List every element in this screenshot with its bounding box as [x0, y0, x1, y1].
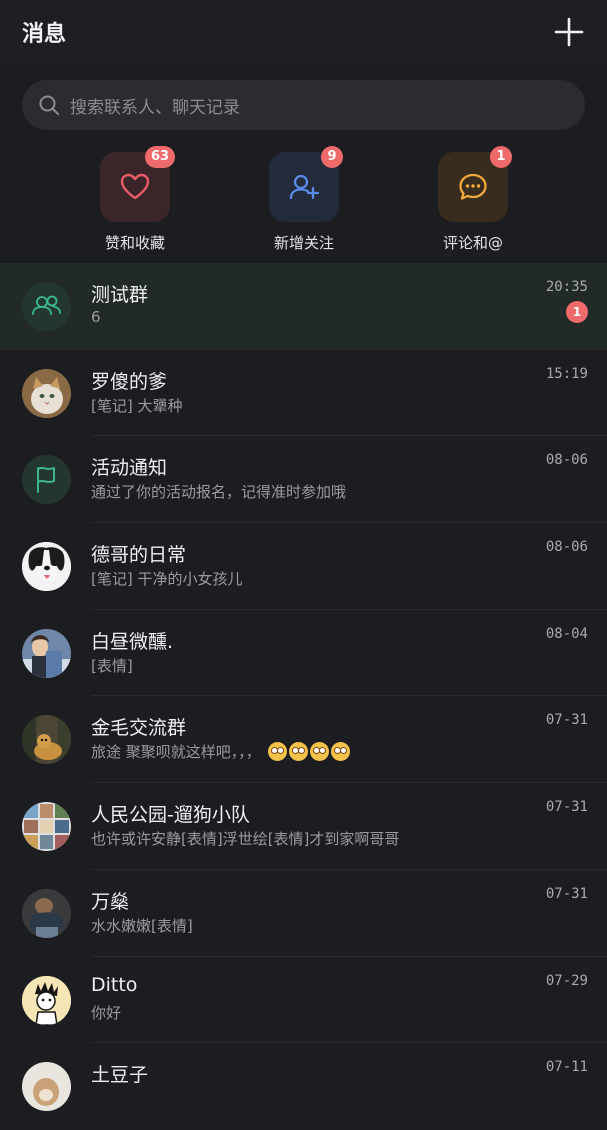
followers-badge: 9: [321, 146, 343, 168]
conversation-name: 人民公园-遛狗小队: [91, 804, 250, 827]
conversation-row[interactable]: 人民公园-遛狗小队 也许或许安静[表情]浮世绘[表情]才到家啊哥哥 07-31: [0, 783, 607, 870]
conversation-time: 20:35: [545, 279, 588, 295]
cat-photo: [22, 368, 71, 418]
conversation-time: 07-31: [545, 712, 588, 729]
dizzy-face-emoji-icon: [330, 742, 350, 762]
conversation-preview: [笔记] 大犟种: [91, 396, 183, 415]
conversation-row[interactable]: 罗傻的爹 [笔记] 大犟种 15:19: [0, 350, 607, 437]
conversation-preview: 旅途 聚聚呗就这样吧，，，: [91, 741, 350, 762]
cartoon-avatar: [22, 975, 71, 1025]
conversation-row[interactable]: 活动通知 通过了你的活动报名，记得准时参加哦 08-06: [0, 436, 607, 524]
person-photo-2: [22, 888, 71, 938]
conversation-row[interactable]: 德哥的日常 [笔记] 干净的小女孩儿 08-06: [0, 523, 607, 610]
conversation-time: 07-29: [545, 972, 588, 989]
dizzy-face-emoji-icon: [309, 742, 329, 762]
quick-comments-mentions[interactable]: 1 评论和@: [413, 146, 533, 254]
page-title: 消息: [22, 22, 67, 47]
conversation-preview: 通过了你的活动报名，记得准时参加哦: [91, 483, 347, 502]
likes-label: 赞和收藏: [104, 234, 165, 252]
conversation-preview: 6: [91, 308, 101, 326]
conversation-name: 德哥的日常: [91, 544, 187, 567]
search-placeholder: 搜索联系人、聊天记录: [70, 98, 240, 118]
quick-likes-collects[interactable]: 63 赞和收藏: [75, 146, 195, 254]
heart-icon: [120, 173, 150, 200]
conversation-name: 金毛交流群: [91, 717, 187, 740]
comments-badge: 1: [490, 146, 512, 168]
conversation-time: 08-06: [545, 539, 588, 556]
conversation-name: 活动通知: [91, 457, 168, 480]
quick-new-followers[interactable]: 9 新增关注: [244, 146, 364, 254]
person-photo: [22, 628, 71, 678]
conversation-preview: [表情]: [91, 656, 133, 675]
conversation-time: 07-31: [545, 799, 588, 816]
dizzy-face-emoji-icon: [288, 742, 308, 762]
conversation-row[interactable]: 测试群 6 20:35 1: [0, 263, 607, 350]
conversation-name: 白昼微醺.: [91, 630, 174, 653]
comment-icon: [459, 173, 487, 200]
conversation-row[interactable]: Ditto 你好 07-29: [0, 957, 607, 1044]
unread-badge: 1: [566, 301, 588, 323]
dizzy-face-emoji-icon: [267, 742, 287, 762]
conversation-list: 测试群 6 20:35 1 罗傻的爹 [笔记] 大犟种 15:19 活动通知 通…: [0, 263, 607, 1130]
dog-photo-2: [22, 1062, 71, 1112]
dog-photo: [22, 542, 71, 592]
add-user-icon: [289, 174, 320, 200]
conversation-preview: 你好: [91, 1003, 122, 1022]
conversation-name: Ditto: [91, 973, 138, 996]
golden-retriever-photo: [22, 715, 71, 765]
conversation-time: 08-04: [545, 625, 588, 642]
search-input[interactable]: 搜索联系人、聊天记录: [22, 80, 585, 130]
conversation-time: 07-11: [545, 1059, 588, 1076]
conversation-row[interactable]: 土豆子 07-11: [0, 1043, 607, 1130]
conversation-time: 08-06: [545, 452, 588, 469]
conversation-time: 07-31: [545, 885, 588, 902]
app-header: 消息: [0, 0, 607, 66]
likes-badge: 63: [145, 146, 176, 168]
conversation-row[interactable]: 万燊 水水嫩嫩[表情] 07-31: [0, 870, 607, 957]
comments-label: 评论和@: [442, 234, 503, 252]
conversation-preview: 水水嫩嫩[表情]: [91, 916, 193, 935]
preview-text: 旅途 聚聚呗就这样吧，，，: [91, 743, 261, 762]
conversation-name: 测试群: [91, 284, 149, 306]
group-icon: [22, 282, 71, 331]
conversation-row[interactable]: 金毛交流群 旅途 聚聚呗就这样吧，，， 07-31: [0, 696, 607, 784]
conversation-name: 万燊: [91, 890, 130, 913]
conversation-time: 15:19: [545, 365, 588, 382]
conversation-name: 罗傻的爹: [91, 370, 168, 393]
conversation-preview: [笔记] 干净的小女孩儿: [91, 570, 243, 589]
followers-label: 新增关注: [273, 234, 334, 252]
add-icon[interactable]: [553, 16, 585, 48]
conversation-row[interactable]: 白昼微醺. [表情] 08-04: [0, 610, 607, 697]
flag-icon: [22, 455, 71, 505]
search-icon: [38, 94, 60, 116]
conversation-name: 土豆子: [91, 1064, 149, 1087]
collage-photo: [22, 802, 71, 852]
conversation-preview: 也许或许安静[表情]浮世绘[表情]才到家啊哥哥: [91, 830, 400, 849]
